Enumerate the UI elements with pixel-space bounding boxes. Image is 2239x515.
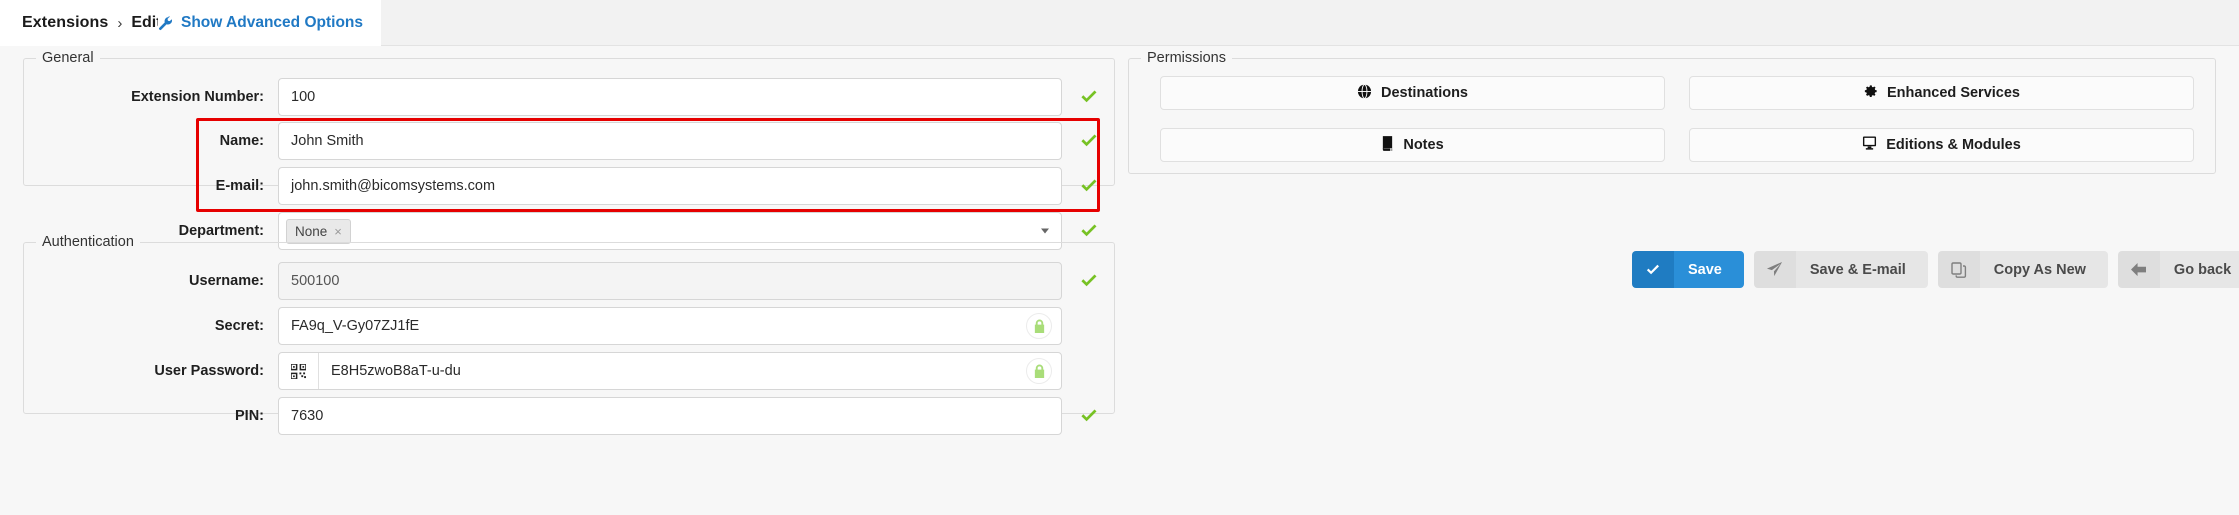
extension-number-label: Extension Number:: [131, 89, 264, 105]
username-label: Username:: [189, 273, 264, 289]
secret-input[interactable]: FA9q_V-Gy07ZJ1fE: [278, 307, 1062, 345]
show-advanced-options-label: Show Advanced Options: [181, 14, 363, 31]
breadcrumb-extensions[interactable]: Extensions: [22, 14, 108, 32]
row-email: E-mail: john.smith@bicomsystems.com: [23, 167, 1106, 205]
editions-modules-button[interactable]: Editions & Modules: [1689, 128, 2194, 162]
qr-code-icon[interactable]: [279, 353, 319, 389]
username-valid-icon: [1072, 271, 1106, 291]
notes-label: Notes: [1403, 137, 1444, 153]
user-password-label: User Password:: [154, 363, 264, 379]
pin-label: PIN:: [235, 408, 264, 424]
username-input[interactable]: 500100: [278, 262, 1062, 300]
pin-input[interactable]: 7630: [278, 397, 1062, 435]
copy-icon: [1937, 251, 1980, 288]
show-advanced-options-link[interactable]: Show Advanced Options: [158, 0, 381, 46]
lock-icon[interactable]: [1026, 313, 1052, 339]
user-password-value: E8H5zwoB8aT-u-du: [331, 363, 461, 379]
wrench-icon: [158, 15, 173, 31]
name-value: John Smith: [291, 133, 364, 149]
arrow-left-icon: [2117, 251, 2160, 288]
destinations-button[interactable]: Destinations: [1160, 76, 1665, 110]
chevron-down-icon[interactable]: [1041, 228, 1049, 234]
top-bar: Extensions › Edit Show Advanced Options: [0, 0, 2239, 46]
general-legend: General: [36, 49, 100, 67]
authentication-legend: Authentication: [36, 233, 140, 251]
extension-number-input[interactable]: 100: [278, 78, 1062, 116]
copy-as-new-button[interactable]: Copy As New: [1937, 251, 2108, 288]
close-icon[interactable]: ×: [334, 224, 342, 239]
extension-number-value: 100: [291, 89, 316, 105]
extension-number-valid-icon: [1072, 87, 1106, 107]
row-extension-number: Extension Number: 100: [23, 78, 1106, 116]
row-name: Name: John Smith: [23, 122, 1106, 160]
pin-value: 7630: [291, 408, 324, 424]
globe-icon: [1357, 83, 1372, 103]
copy-as-new-label: Copy As New: [1979, 251, 2108, 288]
email-value: john.smith@bicomsystems.com: [291, 178, 496, 194]
breadcrumb-separator-icon: ›: [117, 14, 123, 32]
secret-label: Secret:: [214, 318, 264, 334]
pin-valid-icon: [1072, 406, 1106, 426]
breadcrumb: Extensions › Edit: [0, 0, 184, 46]
permissions-legend: Permissions: [1141, 49, 1232, 67]
save-and-email-button[interactable]: Save & E-mail: [1753, 251, 1928, 288]
enhanced-services-button[interactable]: Enhanced Services: [1689, 76, 2194, 110]
row-username: Username: 500100: [23, 262, 1106, 300]
row-pin: PIN: 7630: [23, 397, 1106, 435]
gear-icon: [1863, 84, 1878, 103]
email-valid-icon: [1072, 176, 1106, 196]
lock-icon[interactable]: [1026, 358, 1052, 384]
department-tag-label: None: [295, 223, 328, 239]
book-icon: [1381, 135, 1394, 155]
go-back-label: Go back: [2159, 251, 2239, 288]
name-valid-icon: [1072, 131, 1106, 151]
department-valid-icon: [1072, 221, 1106, 241]
save-and-email-label: Save & E-mail: [1795, 251, 1928, 288]
save-button[interactable]: Save: [1632, 251, 1744, 288]
secret-value: FA9q_V-Gy07ZJ1fE: [291, 318, 420, 334]
check-icon: [1632, 251, 1674, 288]
save-label: Save: [1674, 251, 1744, 288]
name-label: Name:: [219, 133, 264, 149]
enhanced-services-label: Enhanced Services: [1887, 85, 2020, 101]
paper-plane-icon: [1753, 251, 1796, 288]
username-value: 500100: [291, 273, 340, 289]
destinations-label: Destinations: [1380, 85, 1468, 101]
email-input[interactable]: john.smith@bicomsystems.com: [278, 167, 1062, 205]
department-tag[interactable]: None ×: [286, 218, 351, 244]
name-input[interactable]: John Smith: [278, 122, 1062, 160]
monitor-icon: [1862, 136, 1877, 154]
notes-button[interactable]: Notes: [1160, 128, 1665, 162]
email-label: E-mail:: [215, 178, 264, 194]
editions-modules-label: Editions & Modules: [1886, 137, 2021, 153]
action-button-bar: Save Save & E-mail Copy As New Go back: [1632, 251, 2239, 288]
user-password-input[interactable]: E8H5zwoB8aT-u-du: [278, 352, 1062, 390]
go-back-button[interactable]: Go back: [2117, 251, 2239, 288]
row-user-password: User Password: E8H5zwoB8aT-u-du: [23, 352, 1106, 390]
row-secret: Secret: FA9q_V-Gy07ZJ1fE: [23, 307, 1106, 345]
